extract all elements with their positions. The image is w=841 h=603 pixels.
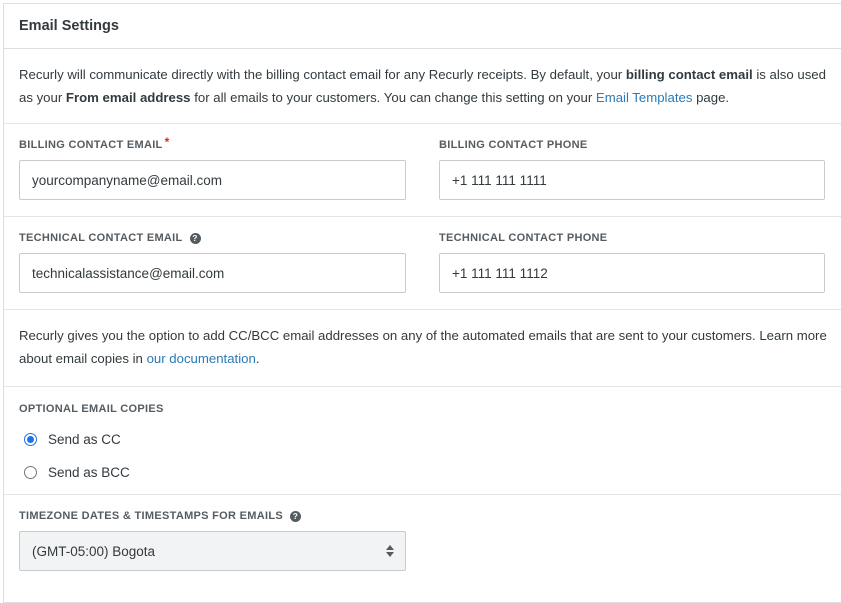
- billing-phone-value: +1 111 111 1111: [452, 172, 547, 188]
- technical-phone-label: TECHNICAL CONTACT PHONE: [439, 230, 825, 246]
- email-copies-description: Recurly gives you the option to add CC/B…: [4, 310, 841, 387]
- copies-text-1: Recurly gives you the option to add CC/B…: [19, 328, 827, 366]
- technical-contact-row: TECHNICAL CONTACT EMAIL? technicalassist…: [4, 217, 841, 310]
- radio-send-as-bcc[interactable]: Send as BCC: [19, 462, 832, 482]
- technical-email-input[interactable]: technicalassistance@email.com: [19, 253, 406, 293]
- radio-send-as-cc[interactable]: Send as CC: [19, 429, 832, 449]
- technical-email-value: technicalassistance@email.com: [32, 265, 225, 281]
- timezone-label: TIMEZONE DATES & TIMESTAMPS FOR EMAILS?: [19, 508, 832, 524]
- technical-phone-value: +1 111 111 1112: [452, 265, 548, 281]
- billing-email-label: BILLING CONTACT EMAIL *: [19, 135, 406, 153]
- billing-phone-label: BILLING CONTACT PHONE: [439, 137, 825, 153]
- page-title: Email Settings: [19, 18, 119, 34]
- technical-email-group: TECHNICAL CONTACT EMAIL? technicalassist…: [19, 230, 406, 309]
- billing-email-label-text: BILLING CONTACT EMAIL: [19, 139, 163, 151]
- billing-phone-label-text: BILLING CONTACT PHONE: [439, 139, 588, 151]
- technical-email-label-text: TECHNICAL CONTACT EMAIL: [19, 232, 183, 244]
- billing-phone-group: BILLING CONTACT PHONE +1 111 111 1111: [439, 137, 825, 216]
- technical-phone-group: TECHNICAL CONTACT PHONE +1 111 111 1112: [439, 230, 825, 309]
- timezone-label-text: TIMEZONE DATES & TIMESTAMPS FOR EMAILS: [19, 510, 283, 522]
- help-icon[interactable]: ?: [290, 510, 301, 522]
- optional-email-copies: OPTIONAL EMAIL COPIES Send as CC Send as…: [4, 387, 841, 495]
- required-marker: *: [164, 135, 170, 149]
- intro-text: Recurly will communicate directly with t…: [4, 49, 841, 124]
- chevron-up-icon: [386, 545, 394, 550]
- technical-email-label: TECHNICAL CONTACT EMAIL?: [19, 230, 406, 246]
- intro-bold-from: From email address: [65, 89, 191, 105]
- intro-bold-billing: billing contact email: [625, 67, 753, 82]
- billing-email-value: yourcompanyname@email.com: [32, 172, 223, 188]
- chevron-down-icon: [386, 552, 394, 557]
- radio-label-bcc[interactable]: Send as BCC: [48, 465, 130, 480]
- documentation-link[interactable]: our documentation: [147, 351, 256, 366]
- radio-label-cc[interactable]: Send as CC: [48, 432, 121, 447]
- email-templates-link[interactable]: Email Templates: [596, 90, 693, 105]
- billing-phone-input[interactable]: +1 111 111 1111: [439, 160, 825, 200]
- billing-contact-row: BILLING CONTACT EMAIL * yourcompanyname@e…: [4, 124, 841, 217]
- timezone-section: TIMEZONE DATES & TIMESTAMPS FOR EMAILS? …: [4, 495, 841, 595]
- technical-phone-input[interactable]: +1 111 111 1112: [439, 253, 825, 293]
- intro-text-3: for all emails to your customers. You ca…: [190, 89, 596, 105]
- billing-email-group: BILLING CONTACT EMAIL * yourcompanyname@e…: [19, 135, 406, 216]
- timezone-selected-value: (GMT-05:00) Bogota: [32, 543, 156, 559]
- help-icon[interactable]: ?: [189, 232, 201, 244]
- billing-email-input[interactable]: yourcompanyname@email.com: [19, 160, 406, 200]
- intro-text-1: Recurly will communicate directly with t…: [19, 67, 626, 82]
- technical-phone-label-text: TECHNICAL CONTACT PHONE: [439, 232, 608, 244]
- select-arrows-icon: [386, 545, 394, 557]
- radio-button-checked[interactable]: [24, 432, 37, 446]
- timezone-select[interactable]: (GMT-05:00) Bogota: [19, 531, 406, 571]
- radio-button-unchecked[interactable]: [24, 465, 37, 479]
- intro-text-4: page.: [692, 89, 730, 105]
- email-settings-panel: Email Settings Recurly will communicate …: [3, 3, 841, 603]
- optional-copies-label: OPTIONAL EMAIL COPIES: [19, 403, 164, 415]
- copies-text-2: .: [255, 350, 260, 366]
- panel-header: Email Settings: [4, 4, 841, 49]
